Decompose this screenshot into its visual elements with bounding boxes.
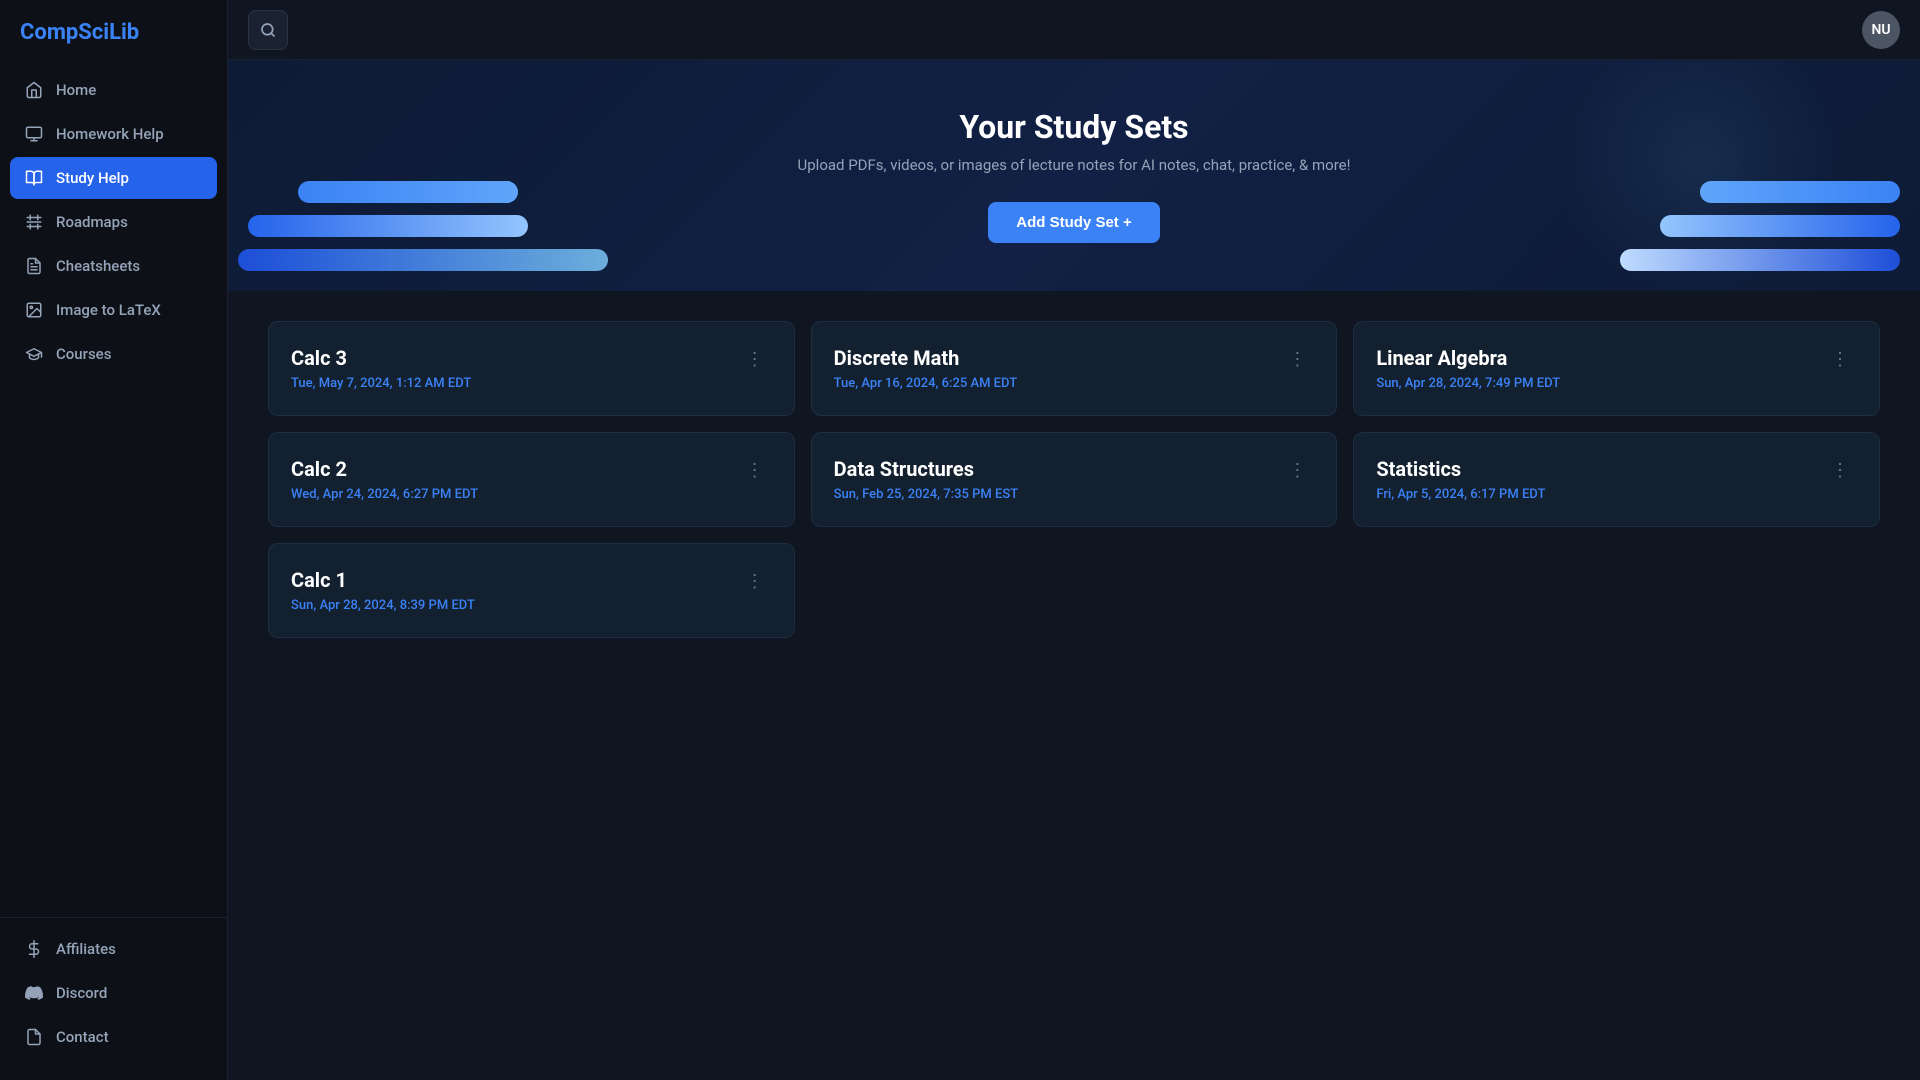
set-date: Sun, Feb 25, 2024, 7:35 PM EST	[834, 487, 1281, 502]
sidebar-item-cheatsheets[interactable]: Cheatsheets	[10, 245, 217, 287]
logo-text1: CompSci	[20, 20, 109, 45]
sidebar-item-contact[interactable]: Contact	[10, 1016, 217, 1058]
set-title: Calc 2	[291, 457, 738, 481]
home-icon	[24, 80, 44, 100]
search-button[interactable]	[248, 10, 288, 50]
sidebar-item-discord[interactable]: Discord	[10, 972, 217, 1014]
sidebar-item-contact-label: Contact	[56, 1028, 109, 1046]
topbar: NU	[228, 0, 1920, 60]
set-date: Wed, Apr 24, 2024, 6:27 PM EDT	[291, 487, 738, 502]
hero-decoration-left	[228, 60, 528, 291]
logo-text2: Lib	[109, 20, 139, 45]
sidebar-item-home-label: Home	[56, 81, 96, 99]
set-info: Discrete Math Tue, Apr 16, 2024, 6:25 AM…	[834, 346, 1281, 391]
set-menu-button[interactable]: ⋮	[1280, 457, 1314, 483]
set-title: Data Structures	[834, 457, 1281, 481]
dollar-icon	[24, 939, 44, 959]
hero-bar-3	[238, 249, 608, 271]
sidebar-item-homework-help[interactable]: Homework Help	[10, 113, 217, 155]
set-title: Linear Algebra	[1376, 346, 1823, 370]
sidebar-item-courses-label: Courses	[56, 345, 111, 363]
set-menu-button[interactable]: ⋮	[1823, 346, 1857, 372]
user-avatar[interactable]: NU	[1862, 11, 1900, 49]
hero-rbar-1	[1700, 181, 1900, 203]
hero-section: Your Study Sets Upload PDFs, videos, or …	[228, 60, 1920, 291]
sidebar-item-homework-help-label: Homework Help	[56, 125, 164, 143]
hero-content: Your Study Sets Upload PDFs, videos, or …	[798, 108, 1351, 243]
set-date: Fri, Apr 5, 2024, 6:17 PM EDT	[1376, 487, 1823, 502]
sidebar: CompSciLib Home Homework Help	[0, 0, 228, 1080]
set-menu-button[interactable]: ⋮	[738, 346, 772, 372]
set-title: Calc 1	[291, 568, 738, 592]
nav-section: Home Homework Help Study Help	[0, 69, 227, 917]
roadmaps-icon	[24, 212, 44, 232]
hero-bar-2	[248, 215, 528, 237]
study-icon	[24, 168, 44, 188]
search-icon	[260, 22, 276, 38]
study-set-card[interactable]: Discrete Math Tue, Apr 16, 2024, 6:25 AM…	[811, 321, 1338, 416]
hero-subtitle: Upload PDFs, videos, or images of lectur…	[798, 156, 1351, 174]
sidebar-item-courses[interactable]: Courses	[10, 333, 217, 375]
main-content: NU Your Study Sets Upload PDFs, videos, …	[228, 0, 1920, 1080]
sidebar-item-study-help[interactable]: Study Help	[10, 157, 217, 199]
set-title: Calc 3	[291, 346, 738, 370]
hero-rbar-3	[1620, 249, 1900, 271]
set-info: Calc 3 Tue, May 7, 2024, 1:12 AM EDT	[291, 346, 738, 391]
set-info: Data Structures Sun, Feb 25, 2024, 7:35 …	[834, 457, 1281, 502]
study-set-card[interactable]: Calc 2 Wed, Apr 24, 2024, 6:27 PM EDT ⋮	[268, 432, 795, 527]
sidebar-item-affiliates-label: Affiliates	[56, 940, 116, 958]
set-info: Calc 1 Sun, Apr 28, 2024, 8:39 PM EDT	[291, 568, 738, 613]
study-set-card[interactable]: Calc 1 Sun, Apr 28, 2024, 8:39 PM EDT ⋮	[268, 543, 795, 638]
contact-icon	[24, 1027, 44, 1047]
sets-grid: Calc 3 Tue, May 7, 2024, 1:12 AM EDT ⋮ D…	[268, 321, 1880, 638]
set-title: Discrete Math	[834, 346, 1281, 370]
set-date: Tue, May 7, 2024, 1:12 AM EDT	[291, 376, 738, 391]
hero-title: Your Study Sets	[798, 108, 1351, 146]
cheatsheets-icon	[24, 256, 44, 276]
hero-bar-1	[298, 181, 518, 203]
study-set-card[interactable]: Statistics Fri, Apr 5, 2024, 6:17 PM EDT…	[1353, 432, 1880, 527]
hero-rbar-2	[1660, 215, 1900, 237]
sidebar-item-cheatsheets-label: Cheatsheets	[56, 257, 140, 275]
set-menu-button[interactable]: ⋮	[1280, 346, 1314, 372]
set-date: Tue, Apr 16, 2024, 6:25 AM EDT	[834, 376, 1281, 391]
study-set-card[interactable]: Linear Algebra Sun, Apr 28, 2024, 7:49 P…	[1353, 321, 1880, 416]
set-info: Calc 2 Wed, Apr 24, 2024, 6:27 PM EDT	[291, 457, 738, 502]
set-info: Linear Algebra Sun, Apr 28, 2024, 7:49 P…	[1376, 346, 1823, 391]
set-menu-button[interactable]: ⋮	[738, 568, 772, 594]
sidebar-item-affiliates[interactable]: Affiliates	[10, 928, 217, 970]
sidebar-item-discord-label: Discord	[56, 984, 107, 1002]
set-menu-button[interactable]: ⋮	[1823, 457, 1857, 483]
sidebar-item-study-help-label: Study Help	[56, 169, 129, 187]
sidebar-item-image-to-latex[interactable]: Image to LaTeX	[10, 289, 217, 331]
image-icon	[24, 300, 44, 320]
set-date: Sun, Apr 28, 2024, 7:49 PM EDT	[1376, 376, 1823, 391]
study-set-card[interactable]: Data Structures Sun, Feb 25, 2024, 7:35 …	[811, 432, 1338, 527]
discord-icon	[24, 983, 44, 1003]
sidebar-bottom: Affiliates Discord Contact	[0, 917, 227, 1080]
sidebar-item-roadmaps[interactable]: Roadmaps	[10, 201, 217, 243]
homework-icon	[24, 124, 44, 144]
sidebar-item-roadmaps-label: Roadmaps	[56, 213, 128, 231]
set-date: Sun, Apr 28, 2024, 8:39 PM EDT	[291, 598, 738, 613]
set-info: Statistics Fri, Apr 5, 2024, 6:17 PM EDT	[1376, 457, 1823, 502]
set-menu-button[interactable]: ⋮	[738, 457, 772, 483]
courses-icon	[24, 344, 44, 364]
hero-decoration-right	[1640, 60, 1920, 291]
add-study-set-button[interactable]: Add Study Set +	[988, 202, 1159, 243]
logo: CompSciLib	[0, 0, 227, 69]
study-set-card[interactable]: Calc 3 Tue, May 7, 2024, 1:12 AM EDT ⋮	[268, 321, 795, 416]
sidebar-item-image-latex-label: Image to LaTeX	[56, 301, 161, 319]
sets-section: Calc 3 Tue, May 7, 2024, 1:12 AM EDT ⋮ D…	[228, 291, 1920, 1080]
set-title: Statistics	[1376, 457, 1823, 481]
sidebar-item-home[interactable]: Home	[10, 69, 217, 111]
